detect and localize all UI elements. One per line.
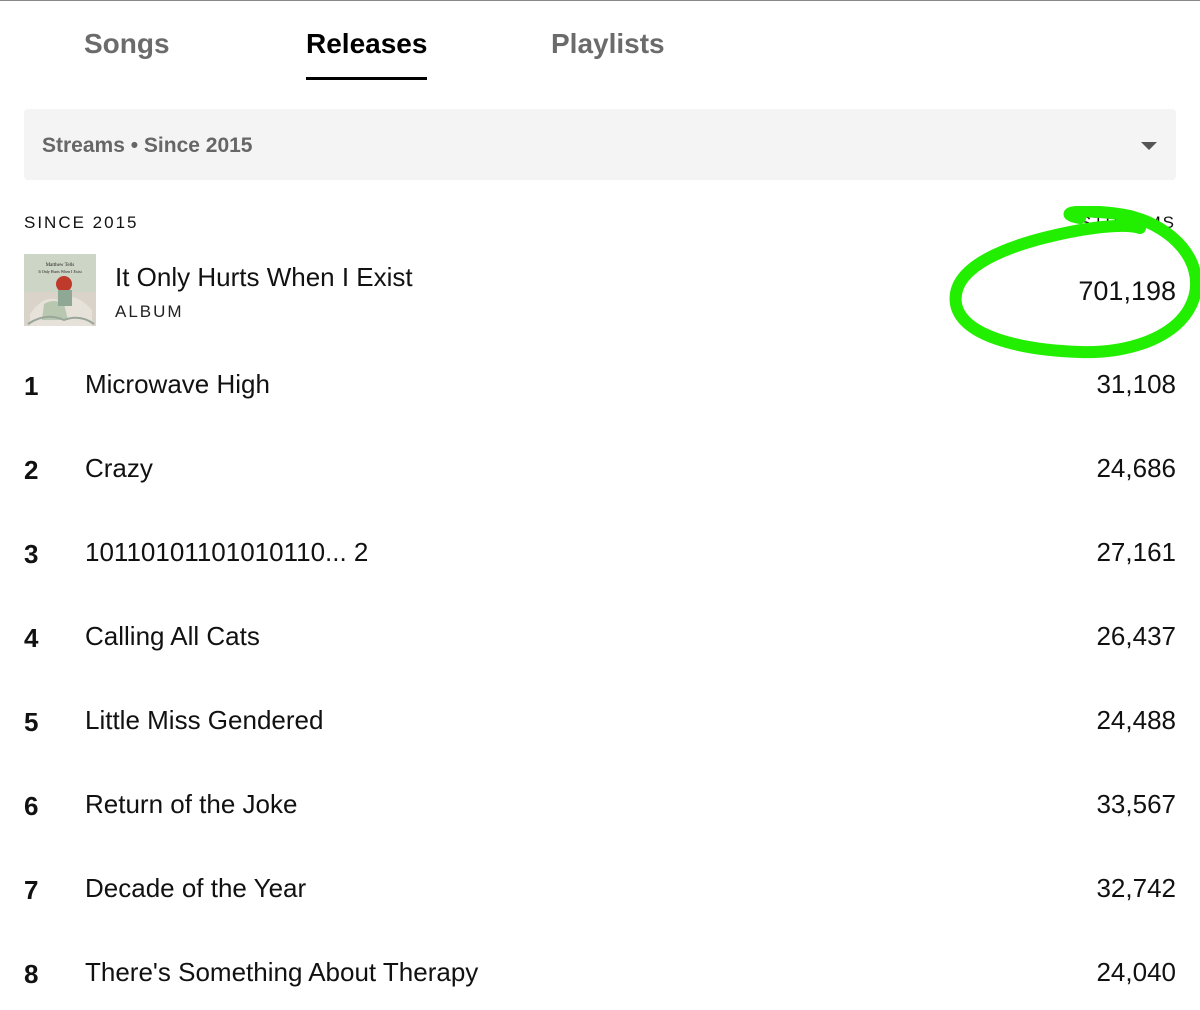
tab-releases-label: Releases [306, 28, 428, 59]
release-type: ALBUM [115, 302, 184, 321]
tab-songs[interactable]: Songs [84, 28, 170, 80]
track-number: 6 [24, 791, 39, 821]
track-number: 2 [24, 455, 39, 485]
track-number: 3 [24, 539, 39, 569]
track-streams: 33,567 [1096, 789, 1176, 819]
releases-page: Songs Releases Playlists Streams • Since… [0, 0, 1200, 1010]
track-number: 5 [24, 707, 39, 737]
tab-playlists-label: Playlists [551, 28, 665, 59]
tab-releases[interactable]: Releases [306, 28, 428, 80]
track-row[interactable]: 6 Return of the Joke 33,567 [24, 763, 1176, 847]
track-list: 1 Microwave High 31,108 2 Crazy 24,686 3… [24, 343, 1176, 1010]
cover-artist-text: Matthew Tells [46, 263, 75, 268]
tab-playlists[interactable]: Playlists [551, 28, 665, 80]
track-title: Decade of the Year [85, 873, 307, 903]
track-streams: 31,108 [1096, 369, 1176, 399]
track-title: Calling All Cats [85, 621, 260, 651]
track-title: 10110101101010110... 2 [85, 537, 369, 567]
track-row[interactable]: 4 Calling All Cats 26,437 [24, 595, 1176, 679]
track-row[interactable]: 2 Crazy 24,686 [24, 427, 1176, 511]
release-title: It Only Hurts When I Exist [115, 262, 413, 292]
track-row[interactable]: 7 Decade of the Year 32,742 [24, 847, 1176, 931]
caret-down-icon [1141, 142, 1157, 150]
release-streams: 701,198 [1078, 276, 1176, 306]
tab-songs-label: Songs [84, 28, 170, 59]
track-row[interactable]: 8 There's Something About Therapy 24,040 [24, 931, 1176, 1010]
track-number: 1 [24, 371, 39, 401]
track-title: There's Something About Therapy [85, 957, 479, 987]
active-tab-underline [306, 77, 428, 80]
track-number: 8 [24, 959, 39, 989]
track-streams: 26,437 [1096, 621, 1176, 651]
track-streams: 32,742 [1096, 873, 1176, 903]
album-cover-image: Matthew Tells It Only Hurts When I Exist [24, 254, 96, 326]
track-row[interactable]: 1 Microwave High 31,108 [24, 343, 1176, 427]
release-row[interactable]: Matthew Tells It Only Hurts When I Exist… [24, 254, 1176, 326]
list-header: SINCE 2015 STREAMS [24, 213, 1176, 235]
track-title: Little Miss Gendered [85, 705, 324, 735]
track-streams: 24,488 [1096, 705, 1176, 735]
track-row[interactable]: 3 10110101101010110... 2 27,161 [24, 511, 1176, 595]
track-title: Return of the Joke [85, 789, 298, 819]
track-title: Microwave High [85, 369, 270, 399]
dropdown-selected-value: Streams • Since 2015 [42, 134, 253, 157]
track-streams: 24,686 [1096, 453, 1176, 483]
cover-title-text: It Only Hurts When I Exist [38, 269, 82, 274]
tab-bar: Songs Releases Playlists [0, 0, 1200, 80]
track-streams: 24,040 [1096, 957, 1176, 987]
track-streams: 27,161 [1096, 537, 1176, 567]
track-title: Crazy [85, 453, 153, 483]
track-number: 7 [24, 875, 39, 905]
track-number: 4 [24, 623, 39, 653]
period-label: SINCE 2015 [24, 213, 139, 232]
streams-column-label: STREAMS [1079, 213, 1176, 232]
streams-period-dropdown[interactable]: Streams • Since 2015 [24, 109, 1176, 180]
track-row[interactable]: 5 Little Miss Gendered 24,488 [24, 679, 1176, 763]
